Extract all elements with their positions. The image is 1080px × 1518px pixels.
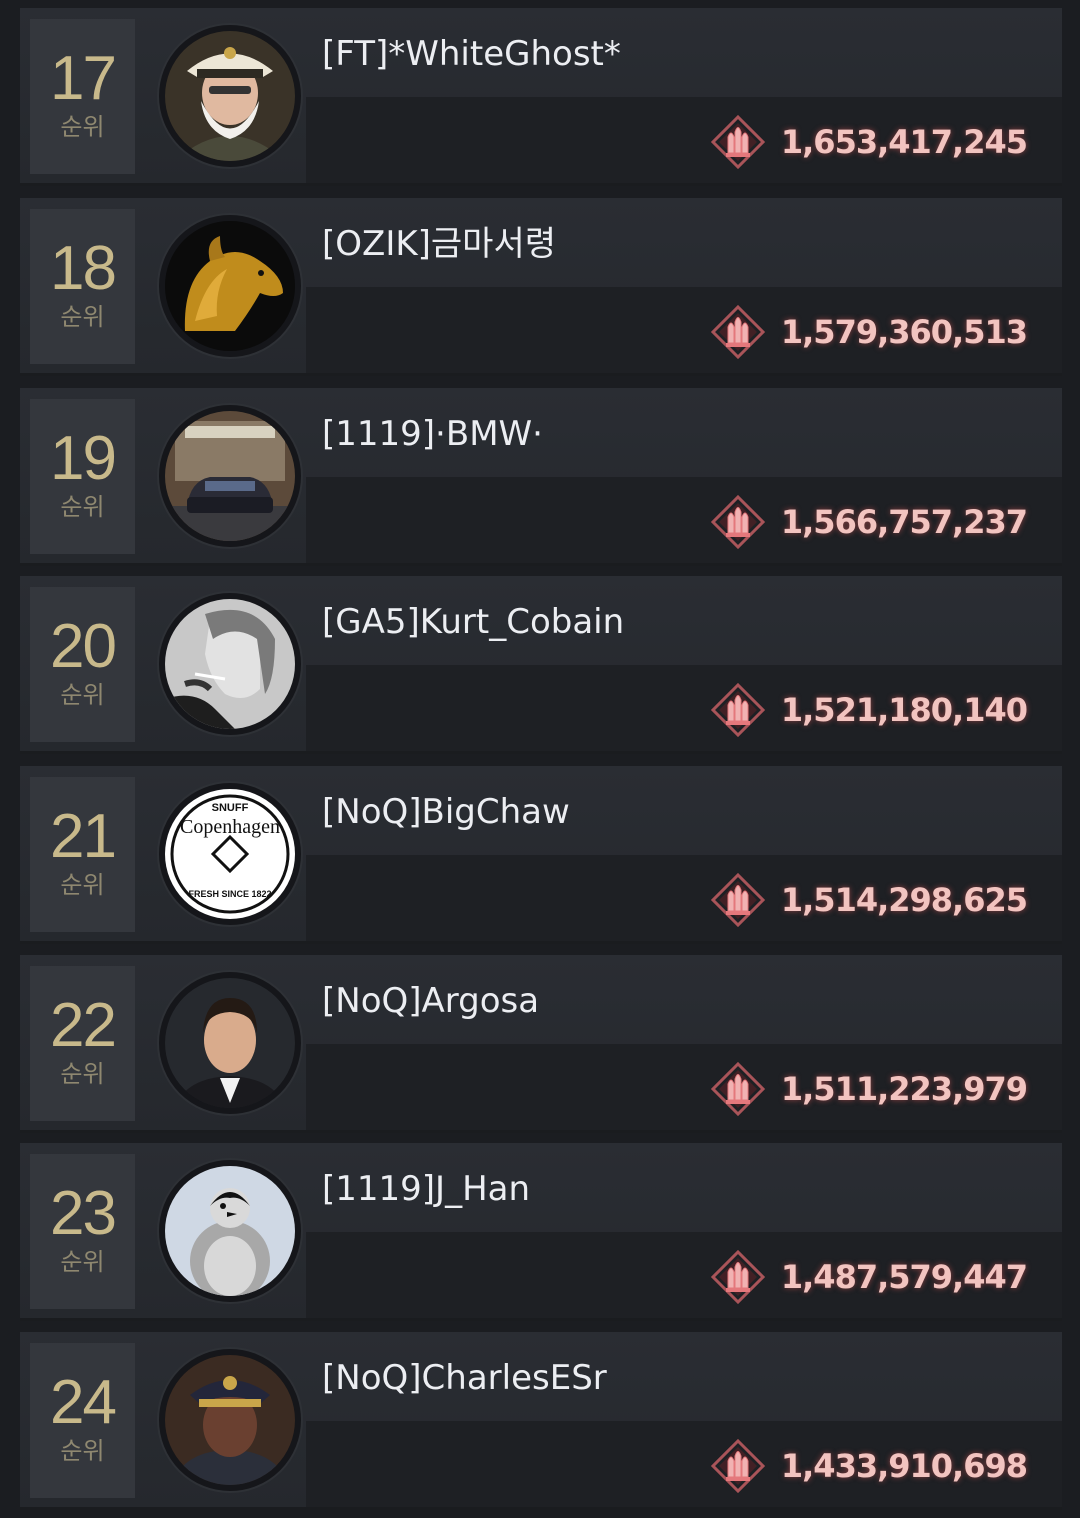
svg-text:FRESH SINCE 1822: FRESH SINCE 1822	[188, 889, 271, 899]
ammo-bullets-icon	[711, 873, 765, 927]
player-avatar[interactable]	[159, 215, 301, 357]
rank-badge: 20 순위	[30, 587, 135, 742]
player-name[interactable]: [1119]·BMW·	[322, 412, 543, 456]
player-score: 1,579,360,513	[780, 313, 1028, 351]
rank-badge: 22 순위	[30, 966, 135, 1121]
rank-label: 순위	[60, 1437, 105, 1465]
copenhagen-logo-image: SNUFF Copenhagen FRESH SINCE 1822	[165, 789, 295, 919]
man-in-suit-image	[165, 978, 295, 1108]
golden-horse-image	[165, 221, 295, 351]
ammo-bullets-icon	[711, 1439, 765, 1493]
rank-label: 순위	[60, 113, 105, 141]
ammo-bullets-icon	[711, 495, 765, 549]
penguin-chick-image	[165, 1166, 295, 1296]
player-avatar[interactable]	[159, 593, 301, 735]
player-score: 1,514,298,625	[780, 881, 1028, 919]
leaderboard-row[interactable]: 18 순위 [OZIK]금마서령 1,579,360,513	[20, 198, 1062, 376]
rank-badge: 19 순위	[30, 399, 135, 554]
rank-number: 23	[50, 1179, 117, 1248]
player-avatar[interactable]	[159, 972, 301, 1114]
rank-badge: 18 순위	[30, 209, 135, 364]
rank-label: 순위	[60, 303, 105, 331]
admiral-portrait-image	[165, 31, 295, 161]
rank-badge: 23 순위	[30, 1154, 135, 1309]
rank-badge: 17 순위	[30, 19, 135, 174]
rank-number: 22	[50, 991, 117, 1060]
ammo-bullets-icon	[711, 115, 765, 169]
player-score: 1,566,757,237	[780, 503, 1028, 541]
rank-number: 20	[50, 612, 117, 681]
leaderboard-row[interactable]: 20 순위 [GA5]Kurt_Cobain 1,521,180,140	[20, 576, 1062, 754]
smoking-man-bw-image	[165, 599, 295, 729]
rank-number: 21	[50, 802, 117, 871]
rank-number: 24	[50, 1368, 117, 1437]
rank-number: 17	[50, 44, 117, 113]
score-group: 1,566,757,237	[711, 494, 1028, 550]
rank-label: 순위	[60, 1248, 105, 1276]
player-name[interactable]: [NoQ]CharlesESr	[322, 1356, 607, 1400]
rank-badge: 21 순위	[30, 777, 135, 932]
score-group: 1,521,180,140	[711, 682, 1028, 738]
svg-text:Copenhagen: Copenhagen	[180, 816, 280, 838]
rank-label: 순위	[60, 681, 105, 709]
ammo-bullets-icon	[711, 1250, 765, 1304]
leaderboard-row[interactable]: 22 순위 [NoQ]Argosa 1,511,223,979	[20, 955, 1062, 1133]
rank-number: 19	[50, 424, 117, 493]
rank-label: 순위	[60, 1060, 105, 1088]
rank-label: 순위	[60, 493, 105, 521]
player-name[interactable]: [OZIK]금마서령	[322, 222, 556, 266]
svg-text:SNUFF: SNUFF	[212, 802, 249, 814]
player-name[interactable]: [NoQ]Argosa	[322, 979, 539, 1023]
score-group: 1,579,360,513	[711, 304, 1028, 360]
rank-badge: 24 순위	[30, 1343, 135, 1498]
car-in-garage-image	[165, 411, 295, 541]
leaderboard-list: 17 순위 [FT]*WhiteGhost* 1,653,417,245 18 …	[0, 0, 1080, 1518]
player-score: 1,653,417,245	[780, 123, 1028, 161]
player-score: 1,433,910,698	[780, 1447, 1028, 1485]
player-name[interactable]: [GA5]Kurt_Cobain	[322, 600, 624, 644]
leaderboard-row[interactable]: 24 순위 [NoQ]CharlesESr 1,433,910,698	[20, 1332, 1062, 1510]
officer-portrait-image	[165, 1355, 295, 1485]
leaderboard-row[interactable]: 21 순위 SNUFF Copenhagen FRESH SINCE 1822 …	[20, 766, 1062, 944]
rank-label: 순위	[60, 871, 105, 899]
player-score: 1,521,180,140	[780, 691, 1028, 729]
ammo-bullets-icon	[711, 305, 765, 359]
player-name[interactable]: [1119]J_Han	[322, 1167, 530, 1211]
player-avatar[interactable]	[159, 25, 301, 167]
player-score: 1,511,223,979	[780, 1070, 1028, 1108]
leaderboard-row[interactable]: 19 순위 [1119]·BMW· 1,566,757,237	[20, 388, 1062, 566]
player-avatar[interactable]	[159, 1349, 301, 1491]
leaderboard-row[interactable]: 23 순위 [1119]J_Han 1,487,579,447	[20, 1143, 1062, 1321]
score-group: 1,511,223,979	[711, 1061, 1028, 1117]
score-group: 1,514,298,625	[711, 872, 1028, 928]
rank-number: 18	[50, 234, 117, 303]
player-name[interactable]: [NoQ]BigChaw	[322, 790, 570, 834]
score-group: 1,433,910,698	[711, 1438, 1028, 1494]
player-avatar[interactable]	[159, 1160, 301, 1302]
player-avatar[interactable]: SNUFF Copenhagen FRESH SINCE 1822	[159, 783, 301, 925]
player-score: 1,487,579,447	[780, 1258, 1028, 1296]
ammo-bullets-icon	[711, 1062, 765, 1116]
leaderboard-row[interactable]: 17 순위 [FT]*WhiteGhost* 1,653,417,245	[20, 8, 1062, 186]
player-name[interactable]: [FT]*WhiteGhost*	[322, 32, 621, 76]
player-avatar[interactable]	[159, 405, 301, 547]
ammo-bullets-icon	[711, 683, 765, 737]
score-group: 1,487,579,447	[711, 1249, 1028, 1305]
score-group: 1,653,417,245	[711, 114, 1028, 170]
